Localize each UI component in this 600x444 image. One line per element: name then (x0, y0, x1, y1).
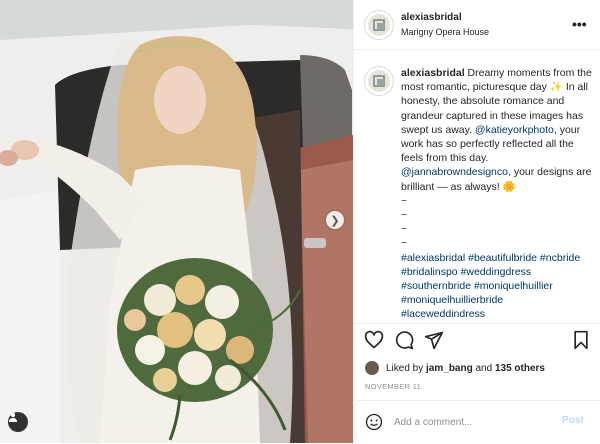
post-location[interactable]: Marigny Opera House (401, 27, 489, 37)
caption-section: alexiasbridal Dreamy moments from the mo… (364, 62, 594, 322)
comment-bar: Post (354, 400, 600, 444)
flower-emoji: 🌼 (502, 180, 516, 193)
post-sidebar: alexiasbridal Marigny Opera House ••• al… (353, 0, 600, 443)
share-icon[interactable] (424, 330, 444, 350)
more-options-icon[interactable]: ••• (572, 16, 587, 32)
hashtag-line[interactable]: #laceweddindress (401, 307, 594, 321)
likes-prefix: Liked by (386, 362, 424, 374)
post-header: alexiasbridal Marigny Opera House ••• (354, 0, 600, 50)
caption-tilde: ~ (401, 223, 408, 236)
emoji-icon[interactable] (365, 413, 383, 431)
brand-logo-icon (373, 19, 385, 31)
caption-text: alexiasbridal Dreamy moments from the mo… (401, 66, 594, 322)
post-comment-button[interactable]: Post (562, 415, 584, 426)
brand-logo-icon (373, 75, 385, 87)
caption-avatar[interactable] (364, 66, 394, 96)
next-photo-button[interactable]: ❯ (326, 211, 344, 229)
post-actions (354, 323, 600, 358)
post-photo[interactable]: ❯ (0, 0, 353, 443)
chevron-right-icon: ❯ (330, 214, 340, 227)
heart-icon[interactable] (364, 330, 384, 350)
likes-middle: and (475, 362, 493, 374)
caption-tilde: ~ (401, 237, 408, 250)
post-date[interactable]: NOVEMBER 11 (365, 382, 421, 391)
hashtag-line[interactable]: #alexiasbridal #beautifulbride #ncbride (401, 251, 594, 265)
mention-link[interactable]: @jannabrowndesignco (401, 166, 508, 178)
hashtag-line[interactable]: #moniquelhuillierbride (401, 293, 594, 307)
hashtag-line[interactable]: #southernbride #moniquelhuillier (401, 279, 594, 293)
bride-photo-illustration (0, 0, 353, 443)
likes-summary: Liked by jam_bang and 135 others (364, 360, 545, 376)
caption-tilde: ~ (401, 209, 408, 222)
user-tag-icon (9, 412, 17, 422)
hashtag-line[interactable]: #bridalinspo #weddingdress (401, 265, 594, 279)
user-tags-button[interactable] (8, 412, 28, 432)
post-username[interactable]: alexiasbridal (401, 12, 462, 23)
liker-avatar[interactable] (364, 360, 380, 376)
comment-icon[interactable] (394, 330, 414, 350)
comment-input[interactable] (394, 414, 554, 430)
likes-count-link[interactable]: 135 others (495, 363, 545, 374)
mention-link[interactable]: @katieyorkphoto (475, 124, 554, 136)
sparkles-emoji: ✨ (549, 81, 563, 94)
caption-username[interactable]: alexiasbridal (401, 67, 465, 79)
caption-tilde: ~ (401, 194, 408, 207)
bookmark-icon[interactable] (572, 330, 590, 350)
avatar[interactable] (364, 10, 394, 40)
liker-username[interactable]: jam_bang (426, 363, 473, 374)
